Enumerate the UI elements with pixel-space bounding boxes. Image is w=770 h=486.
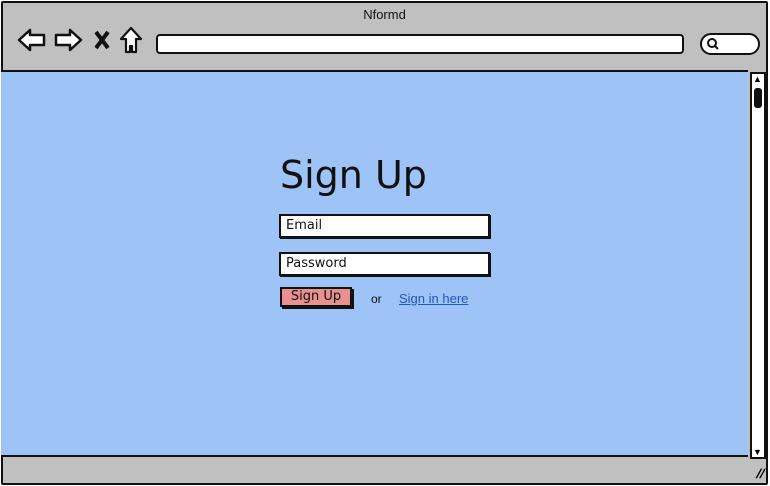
- close-icon: [94, 30, 110, 50]
- back-button[interactable]: [17, 25, 47, 55]
- resize-grip-icon[interactable]: //: [754, 466, 767, 481]
- scroll-thumb[interactable]: [754, 88, 762, 108]
- sign-in-link[interactable]: Sign in here: [399, 291, 468, 306]
- forward-arrow-icon: [54, 28, 83, 52]
- scroll-down-icon[interactable]: ▼: [753, 447, 762, 457]
- password-field[interactable]: Password: [279, 252, 490, 276]
- scroll-up-icon[interactable]: ▲: [753, 74, 762, 84]
- home-button[interactable]: [119, 25, 143, 55]
- sign-up-button[interactable]: Sign Up: [280, 287, 352, 307]
- search-field[interactable]: [700, 33, 760, 55]
- status-bar: //: [3, 461, 770, 485]
- address-bar[interactable]: [156, 34, 684, 54]
- stop-button[interactable]: [93, 25, 111, 55]
- email-field[interactable]: Email: [279, 214, 490, 238]
- window-title: Nformd: [363, 7, 406, 22]
- page-title: Sign Up: [280, 153, 427, 197]
- back-arrow-icon: [17, 28, 46, 52]
- vertical-scrollbar[interactable]: ▲ ▼: [750, 72, 766, 459]
- forward-button[interactable]: [53, 25, 83, 55]
- home-icon: [119, 26, 143, 54]
- search-icon: [707, 38, 719, 50]
- or-label: or: [371, 292, 382, 306]
